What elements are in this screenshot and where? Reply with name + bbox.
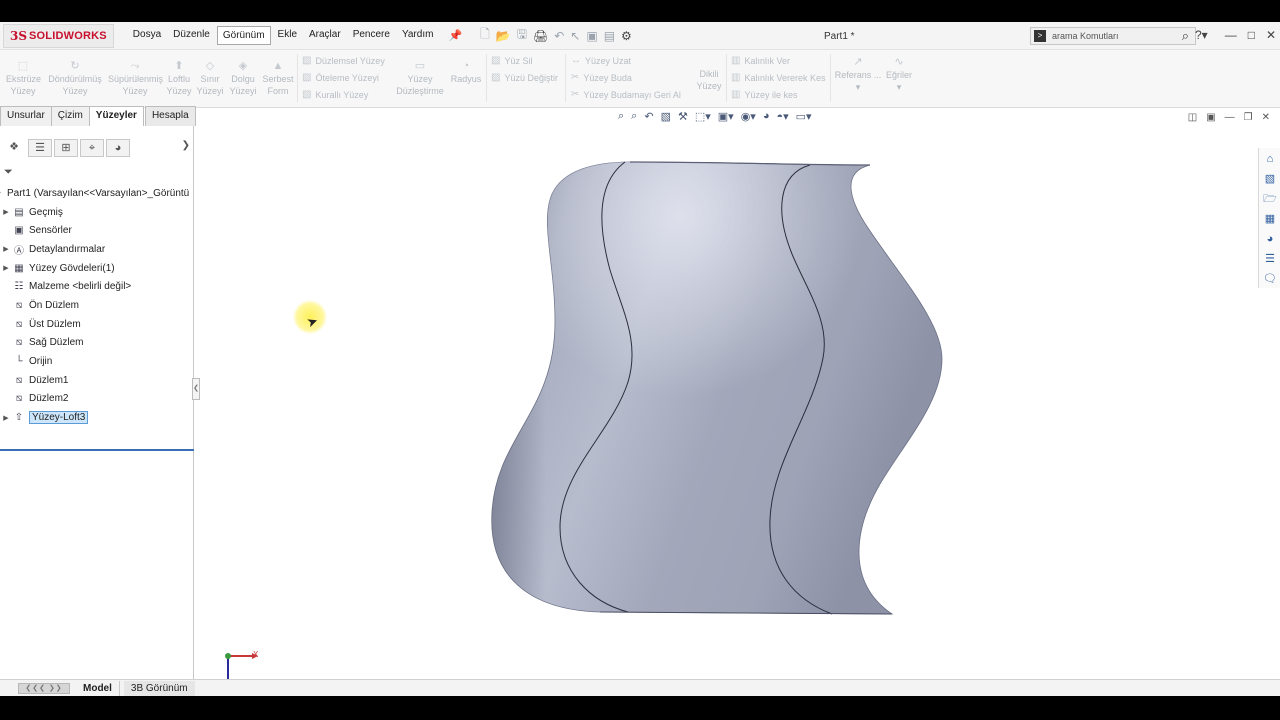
solidworks-window: 3S SOLIDWORKS Dosya Düzenle Görünüm Ekle… xyxy=(0,22,1280,696)
tab-navigation-arrows[interactable]: ❮❮❮ ❯❯ xyxy=(18,682,70,694)
task-pane: ⌂ ▧ 🗁 ▦ ◕ ☰ 🗨 xyxy=(1258,148,1280,288)
tab-3d-views[interactable]: 3B Görünüm xyxy=(123,680,195,696)
bottom-tab-bar: ❮❮❮ ❯❯ Model 3B Görünüm xyxy=(0,679,1280,696)
surface-shading xyxy=(491,162,942,614)
tab-model[interactable]: Model xyxy=(76,680,120,696)
x-axis-label: X xyxy=(253,650,259,659)
view-palette-icon[interactable]: ▦ xyxy=(1260,210,1280,228)
solidworks-resources-icon[interactable]: ⌂ xyxy=(1260,150,1280,168)
forum-icon[interactable]: 🗨 xyxy=(1260,270,1280,288)
custom-properties-icon[interactable]: ☰ xyxy=(1260,250,1280,268)
appearances-icon[interactable]: ◕ xyxy=(1260,230,1280,248)
lofted-surface-model[interactable] xyxy=(0,22,1280,696)
design-library-icon[interactable]: ▧ xyxy=(1260,170,1280,188)
file-explorer-icon[interactable]: 🗁 xyxy=(1260,190,1280,208)
